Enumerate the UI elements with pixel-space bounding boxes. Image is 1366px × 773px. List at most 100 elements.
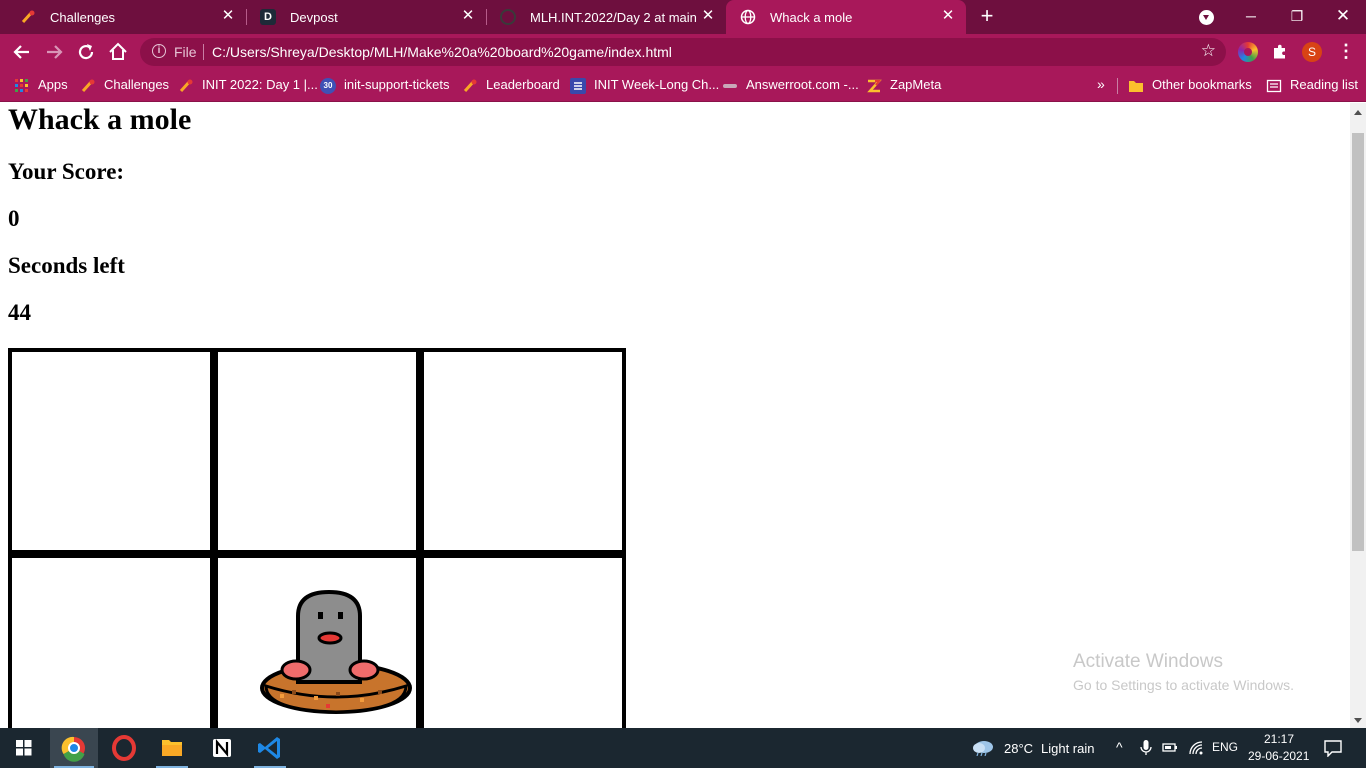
mole-square-active[interactable] — [214, 554, 420, 728]
weather-cloud-icon[interactable] — [972, 738, 994, 757]
taskbar-vscode[interactable] — [246, 728, 294, 768]
close-icon[interactable]: ✕ — [700, 8, 716, 24]
list-icon — [570, 78, 586, 94]
tab-search-icon[interactable] — [1199, 10, 1214, 25]
apps-grid-icon — [14, 78, 30, 94]
bookmark-label: Apps — [38, 77, 68, 92]
mole-square[interactable] — [420, 348, 626, 554]
bookmark-label: Leaderboard — [486, 77, 560, 92]
bookmarks-divider — [1117, 78, 1118, 94]
scroll-down-icon[interactable] — [1354, 718, 1362, 723]
bookmark-label: init-support-tickets — [344, 77, 450, 92]
answerroot-icon — [722, 78, 738, 94]
avatar[interactable]: S — [1302, 42, 1322, 62]
reload-icon[interactable] — [74, 40, 98, 64]
clock-date[interactable]: 29-06-2021 — [1248, 749, 1309, 763]
chevron-double-right-icon[interactable]: » — [1097, 76, 1105, 92]
bookmark-label: Answerroot.com -... — [746, 77, 859, 92]
windows-logo-icon — [16, 740, 32, 756]
taskbar-opera[interactable] — [100, 728, 148, 768]
game-board — [8, 348, 626, 728]
menu-dots-icon[interactable]: ⋮ — [1336, 42, 1356, 62]
tab-title: Challenges — [50, 10, 116, 25]
bookmark-label: Other bookmarks — [1152, 77, 1252, 92]
tab-title: MLH.INT.2022/Day 2 at main · sh — [530, 10, 702, 25]
back-arrow-icon[interactable] — [10, 40, 34, 64]
zapmeta-icon — [866, 78, 882, 94]
battery-icon[interactable] — [1162, 740, 1178, 754]
tab-devpost[interactable]: D Devpost ✕ — [246, 0, 486, 34]
tab-title: Whack a mole — [770, 10, 853, 25]
watermark-subtitle: Go to Settings to activate Windows. — [1073, 677, 1294, 693]
notification-icon[interactable] — [1324, 739, 1342, 758]
tab-challenges[interactable]: Challenges ✕ — [6, 0, 246, 34]
star-icon[interactable]: ☆ — [1201, 41, 1216, 61]
time-label: Seconds left — [8, 253, 125, 278]
watermark-title: Activate Windows — [1073, 651, 1223, 672]
notion-icon — [213, 738, 231, 758]
close-icon[interactable]: ✕ — [460, 8, 476, 24]
bookmark-label: INIT 2022: Day 1 |... — [202, 77, 318, 92]
minimize-button[interactable]: ─ — [1228, 0, 1274, 34]
mole-icon[interactable] — [256, 586, 416, 726]
page-title: Whack a mole — [8, 103, 192, 136]
taskbar-chrome[interactable] — [50, 728, 98, 768]
new-tab-button[interactable]: + — [976, 5, 998, 28]
close-icon[interactable]: ✕ — [220, 8, 236, 24]
calendar-icon: 30 — [320, 78, 336, 94]
bookmark-label: Challenges — [104, 77, 170, 92]
vscode-icon — [258, 737, 280, 759]
mole-square[interactable] — [420, 554, 626, 728]
score-label: Your Score: — [8, 159, 125, 184]
mlh-icon — [20, 9, 36, 25]
bookmark-label: ZapMeta — [890, 77, 942, 92]
bookmark-label: INIT Week-Long Ch... — [594, 77, 720, 92]
extension-icon[interactable] — [1238, 42, 1258, 62]
scroll-up-icon[interactable] — [1354, 110, 1362, 115]
mole-square[interactable] — [214, 348, 420, 554]
chevron-up-icon[interactable]: ^ — [1116, 739, 1123, 755]
start-button[interactable] — [0, 728, 48, 768]
file-explorer-icon — [162, 740, 182, 756]
tab-whack-a-mole[interactable]: Whack a mole ✕ — [726, 0, 966, 34]
home-icon[interactable] — [106, 40, 130, 64]
info-icon[interactable]: i — [152, 44, 166, 58]
microphone-icon[interactable] — [1140, 740, 1152, 756]
maximize-button[interactable]: ❐ — [1274, 0, 1320, 34]
scroll-thumb[interactable] — [1352, 133, 1364, 551]
weather-desc[interactable]: Light rain — [1041, 741, 1094, 756]
opera-icon — [112, 735, 136, 761]
reading-list-icon — [1266, 78, 1282, 94]
forward-arrow-icon[interactable] — [42, 40, 66, 64]
tab-title: Devpost — [290, 10, 338, 25]
mlh-icon — [80, 78, 96, 94]
address-divider — [203, 44, 204, 60]
taskbar-file-explorer[interactable] — [148, 728, 196, 768]
scheme-label: File — [174, 44, 197, 60]
globe-icon — [740, 9, 756, 25]
browser-toolbar: i File C:/Users/Shreya/Desktop/MLH/Make%… — [0, 34, 1366, 70]
address-bar[interactable]: i File C:/Users/Shreya/Desktop/MLH/Make%… — [140, 38, 1226, 66]
language-indicator[interactable]: ENG — [1212, 740, 1238, 754]
time-value: 44 — [8, 300, 31, 325]
weather-temp[interactable]: 28°C — [1004, 741, 1033, 756]
mlh-icon — [178, 78, 194, 94]
mole-square[interactable] — [8, 554, 214, 728]
close-window-button[interactable]: ✕ — [1320, 0, 1366, 34]
activation-watermark: Activate Windows Go to Settings to activ… — [1073, 651, 1294, 693]
close-icon[interactable]: ✕ — [940, 8, 956, 24]
url-text[interactable]: C:/Users/Shreya/Desktop/MLH/Make%20a%20b… — [212, 44, 672, 60]
puzzle-icon[interactable] — [1270, 42, 1290, 62]
vertical-scrollbar[interactable] — [1350, 103, 1366, 728]
wifi-icon[interactable] — [1188, 740, 1204, 756]
mole-square[interactable] — [8, 348, 214, 554]
windows-taskbar: 28°C Light rain ^ ENG 21:17 29-06-2021 — [0, 728, 1366, 768]
github-icon — [500, 9, 516, 25]
tab-github[interactable]: MLH.INT.2022/Day 2 at main · sh ✕ — [486, 0, 726, 34]
tab-strip: Challenges ✕ D Devpost ✕ MLH.INT.2022/Da… — [0, 0, 1366, 34]
taskbar-notion[interactable] — [198, 728, 246, 768]
clock-time[interactable]: 21:17 — [1264, 732, 1294, 746]
page-content: Whack a mole Your Score: 0 Seconds left … — [0, 103, 1350, 728]
bookmarks-bar: Apps Challenges INIT 2022: Day 1 |... 30… — [0, 70, 1366, 102]
mlh-icon — [462, 78, 478, 94]
